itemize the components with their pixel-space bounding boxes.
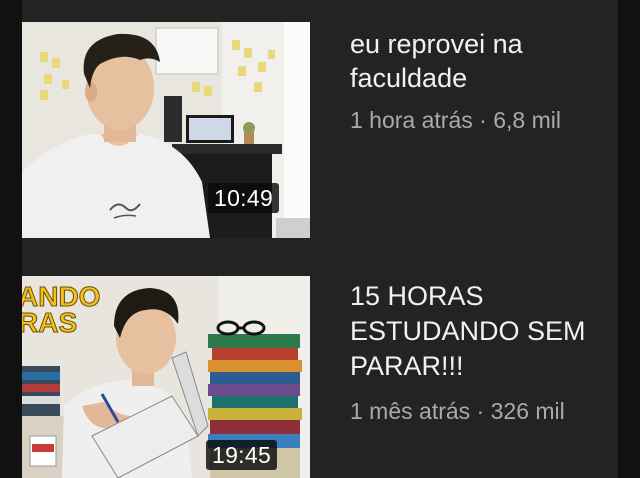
video-title-line: eu reprovei na xyxy=(350,29,523,59)
video-duration-badge: 10:49 xyxy=(208,183,280,213)
thumbnail-overlay-text: RAS xyxy=(22,307,77,338)
video-meta: eu reprovei na faculdade 1 hora atrás · … xyxy=(350,27,618,135)
video-item[interactable]: ANDO RAS 19:45 15 HORAS ESTUDANDO SEM PA… xyxy=(22,276,618,478)
video-item[interactable]: 10:49 eu reprovei na faculdade 1 hora at… xyxy=(22,22,618,238)
video-title-line: 15 HORAS xyxy=(350,281,484,311)
video-stats: 1 mês atrás · 326 mil xyxy=(350,396,618,426)
screenshot-frame: 10:49 eu reprovei na faculdade 1 hora at… xyxy=(0,0,640,478)
video-meta: 15 HORAS ESTUDANDO SEM PARAR!!! 1 mês at… xyxy=(350,279,618,426)
video-duration-badge: 19:45 xyxy=(206,440,278,470)
video-thumbnail[interactable]: ANDO RAS 19:45 xyxy=(22,276,310,478)
meta-separator: · xyxy=(476,398,485,424)
video-views: 6,8 mil xyxy=(493,107,561,133)
video-views: 326 mil xyxy=(490,398,565,424)
video-stats: 1 hora atrás · 6,8 mil xyxy=(350,105,618,135)
video-age: 1 mês atrás xyxy=(350,398,471,424)
video-feed: 10:49 eu reprovei na faculdade 1 hora at… xyxy=(22,0,618,478)
video-title-line: PARAR!!! xyxy=(350,351,464,381)
video-title[interactable]: 15 HORAS ESTUDANDO SEM PARAR!!! xyxy=(350,279,618,384)
video-thumbnail[interactable]: 10:49 xyxy=(22,22,310,238)
video-title-line: faculdade xyxy=(350,63,468,93)
video-title[interactable]: eu reprovei na faculdade xyxy=(350,27,618,95)
video-title-line: ESTUDANDO SEM xyxy=(350,316,586,346)
meta-separator: · xyxy=(479,107,487,133)
video-age: 1 hora atrás xyxy=(350,107,473,133)
